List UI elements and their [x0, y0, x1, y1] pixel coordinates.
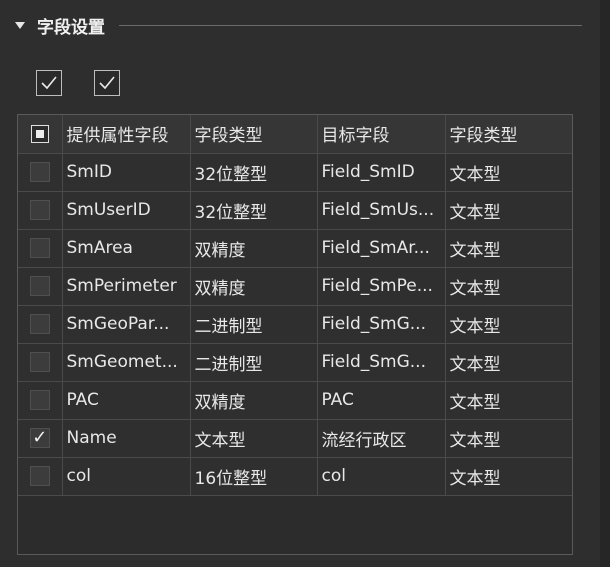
target-type-cell[interactable]: 文本型: [445, 153, 572, 192]
row-checkbox-cell[interactable]: [18, 191, 63, 230]
row-checkbox-cell[interactable]: [18, 343, 63, 382]
target-field-cell[interactable]: Field_SmPe...: [317, 267, 446, 306]
target-field-cell[interactable]: col: [317, 457, 446, 496]
target-field-cell[interactable]: Field_SmUs...: [317, 191, 446, 230]
source-field-cell[interactable]: SmID: [62, 153, 191, 192]
row-checkbox[interactable]: [29, 200, 50, 220]
table-row[interactable]: SmArea 双精度 Field_SmAr... 文本型: [18, 229, 572, 268]
row-checkbox-cell[interactable]: [18, 381, 63, 420]
source-type-cell[interactable]: 32位整型: [190, 153, 318, 192]
source-type-cell[interactable]: 双精度: [190, 267, 318, 306]
target-field-cell[interactable]: Field_SmG...: [317, 343, 446, 382]
source-field-cell[interactable]: SmPerimeter: [62, 267, 191, 306]
target-type-cell[interactable]: 文本型: [445, 381, 572, 420]
partial-check-icon: [35, 129, 44, 138]
column-header-target-field[interactable]: 目标字段: [317, 115, 446, 154]
row-checkbox[interactable]: [29, 466, 50, 486]
row-checkbox-cell[interactable]: [18, 153, 63, 192]
column-header-target-type[interactable]: 字段类型: [445, 115, 572, 154]
row-checkbox[interactable]: [29, 390, 50, 410]
source-type-cell[interactable]: 文本型: [190, 419, 318, 458]
source-field-cell[interactable]: SmGeomet...: [62, 343, 191, 382]
check-icon: [99, 76, 115, 90]
row-checkbox[interactable]: [29, 352, 50, 372]
row-checkbox[interactable]: [29, 276, 50, 296]
source-field-cell[interactable]: PAC: [62, 381, 191, 420]
header-checkbox-cell[interactable]: [18, 115, 63, 154]
table-row[interactable]: ✓ Name 文本型 流经行政区 文本型: [18, 419, 572, 458]
target-type-cell[interactable]: 文本型: [445, 343, 572, 382]
target-type-cell[interactable]: 文本型: [445, 267, 572, 306]
column-header-source-type[interactable]: 字段类型: [190, 115, 318, 154]
row-checkbox[interactable]: ✓: [29, 427, 50, 448]
row-checkbox-cell[interactable]: [18, 267, 63, 306]
table-row[interactable]: SmID 32位整型 Field_SmID 文本型: [18, 153, 572, 192]
table-row[interactable]: PAC 双精度 PAC 文本型: [18, 381, 572, 420]
scrollbar-gutter: [600, 0, 610, 567]
target-field-cell[interactable]: Field_SmG...: [317, 305, 446, 344]
table-row[interactable]: SmPerimeter 双精度 Field_SmPe... 文本型: [18, 267, 572, 306]
section-divider: [119, 25, 582, 26]
target-field-cell[interactable]: 流经行政区: [317, 419, 446, 458]
source-type-cell[interactable]: 二进制型: [190, 305, 318, 344]
check-icon: ✓: [32, 427, 48, 448]
source-field-cell[interactable]: Name: [62, 419, 191, 458]
target-type-cell[interactable]: 文本型: [445, 305, 572, 344]
row-checkbox[interactable]: [29, 162, 50, 182]
field-settings-section-header[interactable]: 字段设置: [12, 8, 582, 42]
collapse-arrow-icon[interactable]: [15, 21, 25, 29]
source-type-cell[interactable]: 16位整型: [190, 457, 318, 496]
source-type-cell[interactable]: 双精度: [190, 229, 318, 268]
source-field-cell[interactable]: col: [62, 457, 191, 496]
target-field-cell[interactable]: Field_SmID: [317, 153, 446, 192]
source-field-cell[interactable]: SmArea: [62, 229, 191, 268]
target-type-cell[interactable]: 文本型: [445, 419, 572, 458]
target-type-cell[interactable]: 文本型: [445, 191, 572, 230]
table-row[interactable]: SmGeoPar... 二进制型 Field_SmG... 文本型: [18, 305, 572, 344]
row-checkbox[interactable]: [29, 314, 50, 334]
source-field-cell[interactable]: SmGeoPar...: [62, 305, 191, 344]
source-type-cell[interactable]: 双精度: [190, 381, 318, 420]
table-header-row: 提供属性字段 字段类型 目标字段 字段类型: [18, 115, 572, 154]
row-checkbox[interactable]: [29, 238, 50, 258]
source-type-cell[interactable]: 32位整型: [190, 191, 318, 230]
table-row[interactable]: SmGeomet... 二进制型 Field_SmG... 文本型: [18, 343, 572, 382]
target-field-cell[interactable]: PAC: [317, 381, 446, 420]
row-checkbox-cell[interactable]: [18, 229, 63, 268]
source-type-cell[interactable]: 二进制型: [190, 343, 318, 382]
row-checkbox-cell[interactable]: [18, 457, 63, 496]
source-field-cell[interactable]: SmUserID: [62, 191, 191, 230]
header-select-all-checkbox[interactable]: [30, 124, 49, 143]
select-all-checkbox[interactable]: [36, 70, 62, 96]
invert-selection-checkbox[interactable]: [94, 70, 120, 96]
target-field-cell[interactable]: Field_SmAr...: [317, 229, 446, 268]
field-mapping-table: 提供属性字段 字段类型 目标字段 字段类型 SmID 32位整型 Field_SmI…: [17, 114, 573, 555]
column-header-source-field[interactable]: 提供属性字段: [62, 115, 191, 154]
table-row[interactable]: col 16位整型 col 文本型: [18, 457, 572, 496]
table-row[interactable]: SmUserID 32位整型 Field_SmUs... 文本型: [18, 191, 572, 230]
check-icon: [41, 76, 57, 90]
row-checkbox-cell[interactable]: ✓: [18, 419, 63, 458]
target-type-cell[interactable]: 文本型: [445, 229, 572, 268]
target-type-cell[interactable]: 文本型: [445, 457, 572, 496]
section-title: 字段设置: [37, 17, 105, 38]
row-checkbox-cell[interactable]: [18, 305, 63, 344]
